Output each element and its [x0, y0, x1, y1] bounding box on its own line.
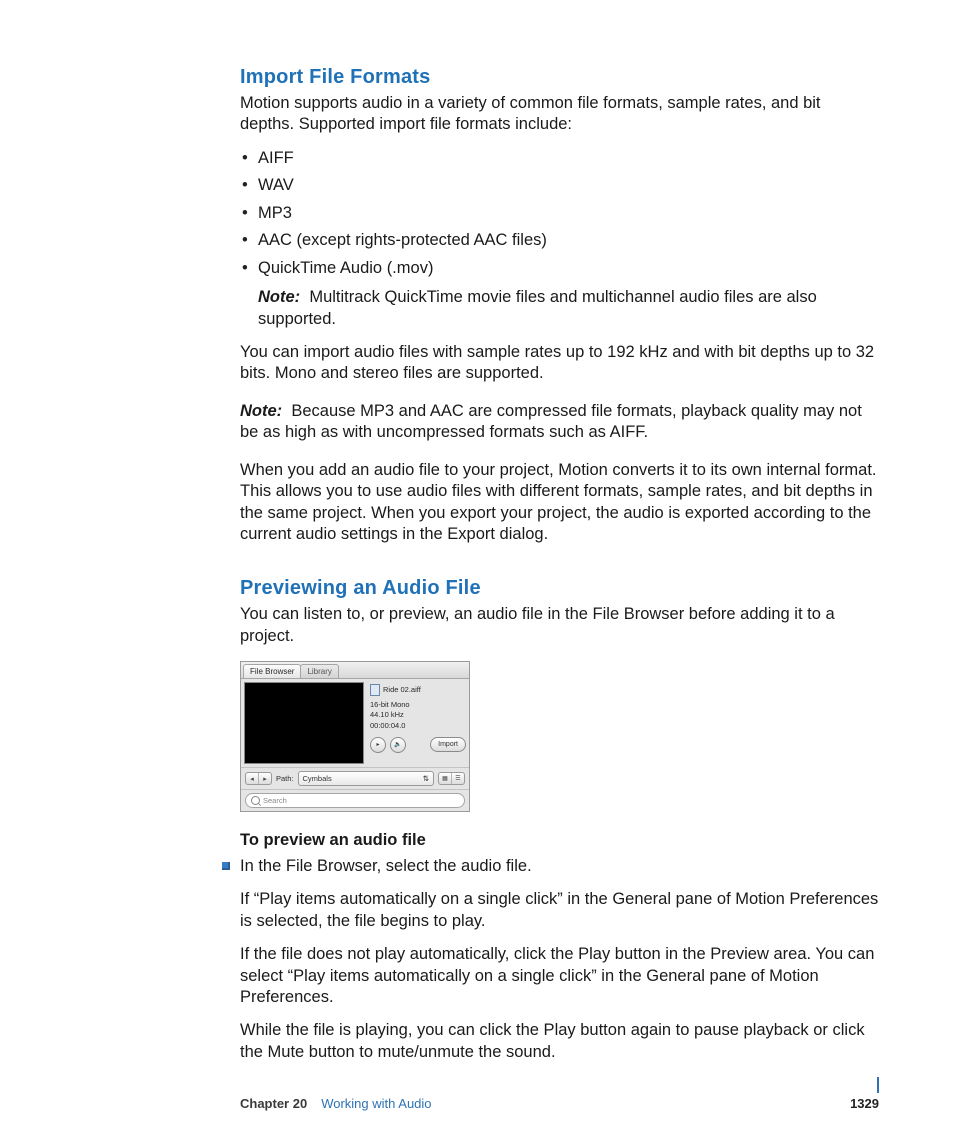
note-label: Note:: [240, 402, 282, 420]
page-number: 1329: [850, 1096, 879, 1111]
view-mode-toggle[interactable]: ▦ ☰: [438, 772, 465, 785]
meta-bitdepth: 16-bit Mono: [370, 700, 466, 710]
meta-samplerate: 44.10 kHz: [370, 710, 466, 720]
path-label: Path:: [276, 774, 294, 783]
note-paragraph: Note: Because MP3 and AAC are compressed…: [240, 401, 879, 444]
note-text: Multitrack QuickTime movie files and mul…: [258, 288, 817, 327]
mute-button[interactable]: 🔈: [390, 737, 406, 753]
bullet-item: WAV: [240, 175, 879, 196]
bullet-list-formats: AIFF WAV MP3 AAC (except rights-protecte…: [240, 148, 879, 279]
step-text: In the File Browser, select the audio fi…: [240, 857, 532, 875]
chapter-title: Working with Audio: [321, 1096, 431, 1111]
step-bullet-icon: [222, 862, 230, 870]
nav-forward-icon[interactable]: ▸: [259, 773, 271, 784]
document-page: Import File Formats Motion supports audi…: [0, 0, 954, 1145]
note-text: Because MP3 and AAC are compressed file …: [240, 402, 862, 441]
filename-label: Ride 02.aiff: [383, 685, 421, 695]
chevron-updown-icon: ⇅: [423, 774, 429, 783]
task-heading: To preview an audio file: [240, 830, 879, 851]
bullet-item: AAC (except rights-protected AAC files): [240, 230, 879, 251]
search-placeholder: Search: [263, 796, 287, 805]
preview-area: [244, 682, 364, 764]
page-footer: Chapter 20 Working with Audio 1329: [240, 1096, 879, 1111]
file-metadata: Ride 02.aiff 16-bit Mono 44.10 kHz 00:00…: [370, 682, 466, 764]
tab-file-browser[interactable]: File Browser: [243, 664, 301, 678]
list-view-icon[interactable]: ☰: [452, 773, 464, 784]
body-paragraph: If “Play items automatically on a single…: [240, 889, 879, 932]
heading-import-file-formats: Import File Formats: [240, 66, 879, 89]
step-item: In the File Browser, select the audio fi…: [240, 856, 879, 1064]
grid-view-icon[interactable]: ▦: [439, 773, 452, 784]
nav-back-icon[interactable]: ◂: [246, 773, 259, 784]
file-browser-screenshot: File Browser Library Ride 02.aiff 16-bit…: [240, 661, 470, 812]
meta-duration: 00:00:04.0: [370, 721, 466, 731]
step-list: In the File Browser, select the audio fi…: [240, 856, 879, 1064]
footer-rule: [877, 1077, 879, 1093]
body-paragraph: When you add an audio file to your proje…: [240, 460, 879, 546]
import-button[interactable]: Import: [430, 737, 466, 752]
body-paragraph: If the file does not play automatically,…: [240, 944, 879, 1008]
path-dropdown[interactable]: Cymbals ⇅: [298, 771, 434, 786]
note-label: Note:: [258, 288, 300, 306]
tab-bar: File Browser Library: [241, 662, 469, 679]
bullet-item: MP3: [240, 203, 879, 224]
bullet-item: AIFF: [240, 148, 879, 169]
note-paragraph: Note: Multitrack QuickTime movie files a…: [258, 287, 879, 330]
search-input[interactable]: Search: [245, 793, 465, 808]
path-value: Cymbals: [303, 774, 332, 783]
play-button[interactable]: ▸: [370, 737, 386, 753]
search-icon: [251, 796, 260, 805]
body-paragraph: You can import audio files with sample r…: [240, 342, 879, 385]
tab-library[interactable]: Library: [300, 664, 338, 678]
body-paragraph: While the file is playing, you can click…: [240, 1020, 879, 1063]
document-icon: [370, 684, 380, 696]
nav-back-forward[interactable]: ◂ ▸: [245, 772, 272, 785]
chapter-label: Chapter 20: [240, 1096, 307, 1111]
heading-previewing-audio: Previewing an Audio File: [240, 577, 879, 600]
body-paragraph: You can listen to, or preview, an audio …: [240, 604, 879, 647]
body-paragraph: Motion supports audio in a variety of co…: [240, 93, 879, 136]
bullet-item: QuickTime Audio (.mov): [240, 258, 879, 279]
